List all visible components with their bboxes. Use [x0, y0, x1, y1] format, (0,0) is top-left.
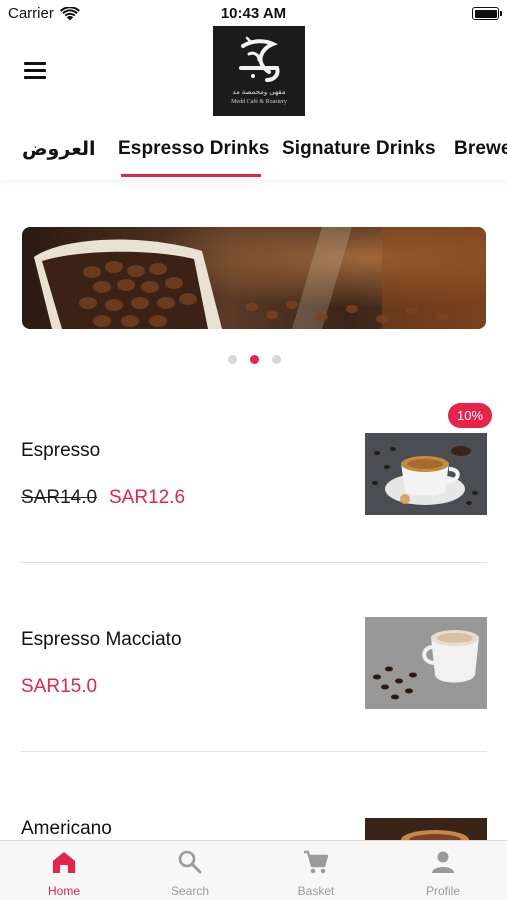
nav-basket[interactable]: Basket — [253, 841, 379, 900]
carousel-pagination — [228, 355, 281, 364]
product-image — [365, 433, 487, 515]
product-price: SAR12.6 — [109, 487, 186, 508]
hamburger-line — [24, 62, 46, 65]
carousel-dot-active[interactable] — [250, 355, 259, 364]
category-tabs: العروض Espresso Drinks Signature Drinks … — [0, 128, 507, 180]
product-item-espresso-macciato[interactable]: Espresso Macciato SAR15.0 — [0, 570, 507, 750]
nav-home[interactable]: Home — [1, 841, 127, 900]
cart-icon — [304, 850, 329, 874]
battery-icon — [472, 7, 502, 20]
nav-search-label: Search — [170, 884, 210, 898]
brand-logo: مقهى ومحمصة مد Medd Café & Roastery — [213, 26, 305, 116]
status-bar: Carrier 10:43 AM — [0, 0, 507, 26]
espresso-cup-image — [365, 433, 487, 515]
americano-cup-image — [365, 818, 487, 840]
product-item-espresso[interactable]: Espresso SAR14.0 SAR12.6 — [0, 380, 507, 560]
product-name: Americano — [21, 818, 112, 839]
carousel-dot[interactable] — [272, 355, 281, 364]
nav-profile-label: Profile — [425, 884, 460, 898]
hamburger-line — [24, 69, 46, 72]
product-image — [365, 818, 487, 840]
product-image — [365, 617, 487, 709]
product-old-price: SAR14.0 — [21, 487, 98, 508]
logo-arabic-text: مقهى ومحمصة مد — [232, 89, 286, 96]
product-item-americano[interactable]: Americano — [0, 760, 507, 840]
product-name: Espresso — [21, 440, 101, 461]
menu-button[interactable] — [24, 62, 48, 82]
tab-signature-drinks[interactable]: Signature Drinks — [282, 138, 436, 160]
product-divider — [21, 562, 487, 563]
macchiato-cup-image — [365, 617, 487, 709]
active-tab-indicator — [121, 174, 261, 177]
bottom-navigation: Home Search Basket Profile — [0, 840, 507, 900]
product-price: SAR15.0 — [21, 676, 98, 697]
carousel-dot[interactable] — [228, 355, 237, 364]
tab-espresso-drinks[interactable]: Espresso Drinks — [118, 138, 269, 160]
tab-brewed[interactable]: Brewed — [454, 138, 507, 160]
nav-profile[interactable]: Profile — [380, 841, 506, 900]
product-name: Espresso Macciato — [21, 629, 182, 650]
promo-banner[interactable] — [22, 227, 486, 329]
hamburger-line — [24, 76, 46, 79]
nav-home-label: Home — [47, 884, 80, 898]
logo-calligraphy-mark — [239, 36, 280, 82]
coffee-beans-banner-image — [22, 227, 486, 329]
nav-basket-label: Basket — [297, 884, 335, 898]
search-icon — [178, 850, 202, 874]
logo-english-text: Medd Café & Roastery — [231, 99, 287, 105]
nav-search[interactable]: Search — [127, 841, 253, 900]
home-icon — [53, 852, 75, 873]
tab-offers[interactable]: العروض — [22, 138, 96, 161]
product-divider — [21, 751, 487, 752]
discount-badge: 10% — [448, 403, 492, 428]
status-time: 10:43 AM — [220, 5, 287, 22]
person-icon — [432, 851, 454, 873]
